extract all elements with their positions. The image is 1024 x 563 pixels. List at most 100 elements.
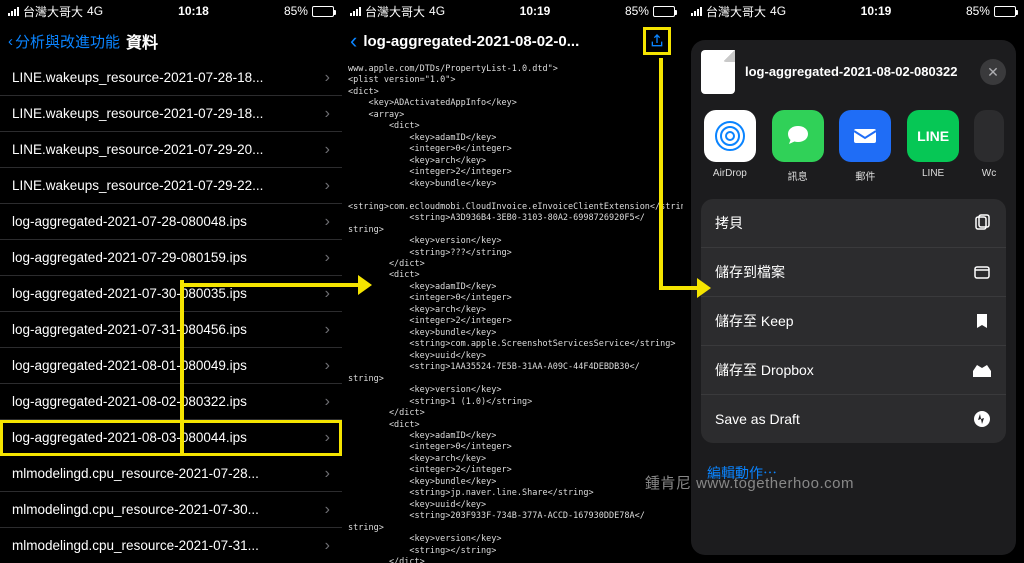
file-list[interactable]: LINE.wakeups_resource-2021-07-28-18...›L… [0, 60, 342, 563]
file-row[interactable]: log-aggregated-2021-08-03-080044.ips› [0, 420, 342, 456]
chevron-right-icon: › [325, 141, 330, 159]
carrier-label: 台灣大哥大 [706, 3, 766, 20]
nav-bar: ‹ 分析與改進功能 資料 [0, 22, 342, 60]
back-label: 分析與改進功能 [15, 31, 120, 52]
app-label: 訊息 [788, 168, 808, 183]
share-app-airdrop[interactable]: AirDrop [703, 110, 757, 183]
file-row[interactable]: log-aggregated-2021-07-30-080035.ips› [0, 276, 342, 312]
file-row[interactable]: log-aggregated-2021-08-01-080049.ips› [0, 348, 342, 384]
file-row[interactable]: log-aggregated-2021-07-31-080456.ips› [0, 312, 342, 348]
nav-bar: ‹ log-aggregated-2021-08-02-0... [342, 22, 683, 60]
chevron-right-icon: › [325, 249, 330, 267]
signal-icon [350, 6, 361, 16]
app-icon [974, 110, 1004, 162]
file-name: LINE.wakeups_resource-2021-07-29-18... [12, 106, 263, 121]
file-name: log-aggregated-2021-07-28-080048.ips [12, 214, 247, 229]
mail-icon [839, 110, 891, 162]
annotation-line [180, 280, 184, 455]
status-bar: 台灣大哥大 4G 10:19 85% [342, 0, 683, 22]
share-app-mail[interactable]: 郵件 [839, 110, 893, 183]
line-icon: LINE [907, 110, 959, 162]
share-action[interactable]: Save as Draft [701, 395, 1006, 443]
file-row[interactable]: LINE.wakeups_resource-2021-07-28-18... › [0, 60, 342, 96]
close-icon: ✕ [987, 64, 999, 81]
page-title: 資料 [126, 29, 334, 53]
file-name: mlmodelingd.cpu_resource-2021-07-30... [12, 502, 259, 517]
battery-percent: 85% [284, 4, 308, 18]
file-title: log-aggregated-2021-08-02-0... [363, 33, 637, 50]
file-name: mlmodelingd.cpu_resource-2021-07-28... [12, 466, 259, 481]
carrier-label: 台灣大哥大 [23, 3, 83, 20]
file-row[interactable]: mlmodelingd.cpu_resource-2021-07-28... › [0, 456, 342, 492]
chevron-right-icon: › [325, 285, 330, 303]
file-row[interactable]: log-aggregated-2021-07-29-080159.ips› [0, 240, 342, 276]
file-row[interactable]: log-aggregated-2021-07-28-080048.ips › [0, 204, 342, 240]
airdrop-icon [704, 110, 756, 162]
clock: 10:19 [520, 4, 551, 18]
close-button[interactable]: ✕ [980, 59, 1006, 85]
actions-list: 拷貝儲存到檔案儲存至 Keep 儲存至 Dropbox Save as Draft [701, 199, 1006, 443]
file-name: LINE.wakeups_resource-2021-07-28-18... [12, 70, 263, 85]
status-bar: 台灣大哥大 4G 10:18 85% [0, 0, 342, 22]
file-row[interactable]: mlmodelingd.cpu_resource-2021-07-30...› [0, 492, 342, 528]
chevron-right-icon: › [325, 213, 330, 231]
chevron-right-icon: › [325, 177, 330, 195]
share-action[interactable]: 儲存至 Dropbox [701, 346, 1006, 395]
sheet-header: log-aggregated-2021-08-02-080322 ✕ [701, 50, 1006, 94]
watermark: 鍾肯尼 www.togetherhoo.com [645, 472, 854, 493]
document-icon [701, 50, 735, 94]
file-row[interactable]: LINE.wakeups_resource-2021-07-29-20... › [0, 132, 342, 168]
share-action[interactable]: 拷貝 [701, 199, 1006, 248]
action-icon [972, 311, 992, 331]
action-label: 儲存至 Keep [715, 311, 794, 331]
back-button[interactable]: ‹ 分析與改進功能 [8, 31, 120, 52]
action-label: 拷貝 [715, 213, 743, 233]
battery-icon [312, 6, 334, 17]
action-label: 儲存到檔案 [715, 262, 785, 282]
network-label: 4G [770, 4, 786, 18]
share-app-messages[interactable]: 訊息 [771, 110, 825, 183]
annotation-line [659, 58, 663, 288]
share-action[interactable]: 儲存至 Keep [701, 297, 1006, 346]
share-app-line[interactable]: LINE LINE [906, 110, 960, 183]
file-name: log-aggregated-2021-08-02-080322.ips [12, 394, 247, 409]
document-title: log-aggregated-2021-08-02-080322 [745, 64, 970, 81]
file-content[interactable]: www.apple.com/DTDs/PropertyList-1.0.dtd"… [342, 60, 683, 563]
clock: 10:19 [861, 4, 892, 18]
annotation-arrow [180, 283, 360, 287]
chevron-right-icon: › [325, 321, 330, 339]
signal-icon [691, 6, 702, 16]
file-row[interactable]: LINE.wakeups_resource-2021-07-29-22... › [0, 168, 342, 204]
action-label: Save as Draft [715, 411, 800, 427]
share-button[interactable] [643, 27, 671, 55]
clock: 10:18 [178, 4, 209, 18]
action-icon [972, 213, 992, 233]
messages-icon [772, 110, 824, 162]
share-apps-row[interactable]: AirDrop 訊息 郵件 LINE LINE Wc [701, 104, 1006, 185]
chevron-right-icon: › [325, 465, 330, 483]
battery-percent: 85% [625, 4, 649, 18]
chevron-right-icon: › [325, 537, 330, 555]
share-app-more[interactable]: Wc [974, 110, 1004, 183]
action-icon [972, 409, 992, 429]
file-name: LINE.wakeups_resource-2021-07-29-20... [12, 142, 263, 157]
file-row[interactable]: LINE.wakeups_resource-2021-07-29-18... › [0, 96, 342, 132]
file-row[interactable]: log-aggregated-2021-08-02-080322.ips › [0, 384, 342, 420]
chevron-left-icon: ‹ [8, 33, 13, 50]
file-row[interactable]: mlmodelingd.cpu_resource-2021-07-31...› [0, 528, 342, 563]
phone-screen-1: 台灣大哥大 4G 10:18 85% ‹ 分析與改進功能 資料 LINE.wak… [0, 0, 342, 563]
battery-icon [653, 6, 675, 17]
share-action[interactable]: 儲存到檔案 [701, 248, 1006, 297]
signal-icon [8, 6, 19, 16]
network-label: 4G [87, 4, 103, 18]
file-name: log-aggregated-2021-08-03-080044.ips [12, 430, 247, 445]
carrier-label: 台灣大哥大 [365, 3, 425, 20]
app-label: AirDrop [713, 168, 747, 179]
file-name: LINE.wakeups_resource-2021-07-29-22... [12, 178, 263, 193]
chevron-right-icon: › [325, 69, 330, 87]
app-label: LINE [922, 168, 944, 179]
share-icon [649, 32, 665, 50]
chevron-right-icon: › [325, 105, 330, 123]
back-button[interactable]: ‹ [350, 28, 357, 54]
chevron-right-icon: › [325, 393, 330, 411]
